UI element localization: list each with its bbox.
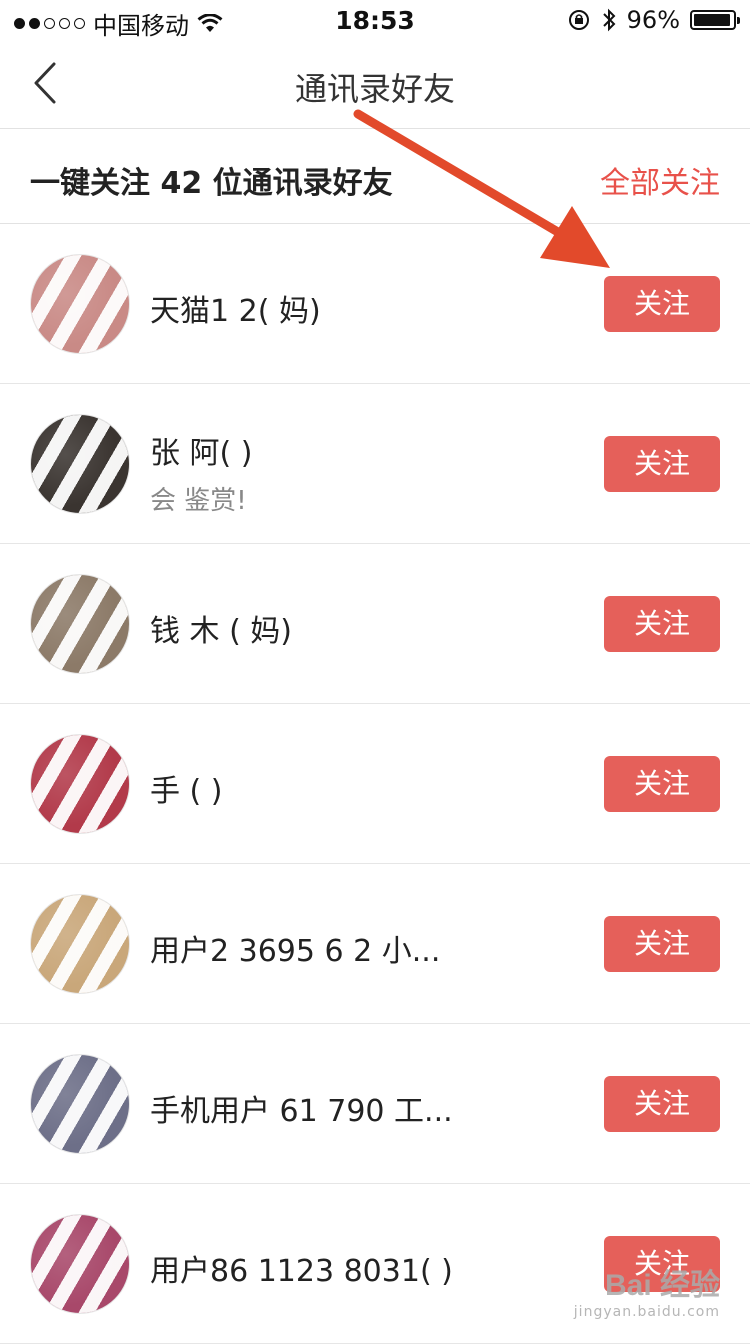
contact-name: 天猫1 2( 妈): [150, 294, 321, 329]
battery-fill: [694, 14, 731, 26]
follow-all-row: 一键关注 42 位通讯录好友 全部关注: [0, 128, 750, 224]
follow-button[interactable]: 关注: [604, 276, 720, 332]
contact-row[interactable]: 张 阿( ) 会 鉴赏! 关注: [0, 384, 750, 544]
battery-percent: 96%: [626, 6, 680, 34]
avatar-redaction: [31, 575, 129, 673]
contact-subtitle: 会 鉴赏!: [150, 486, 247, 516]
contact-row[interactable]: 手 ( ) 关注: [0, 704, 750, 864]
watermark-logo: Bai 经验: [604, 1269, 720, 1302]
watermark-url: jingyan.baidu.com: [573, 1304, 720, 1320]
battery-icon: [690, 10, 740, 30]
avatar[interactable]: [30, 574, 130, 674]
contact-row[interactable]: 手机用户 61 790 工... 关注: [0, 1024, 750, 1184]
follow-all-text: 一键关注 42 位通讯录好友: [30, 166, 393, 201]
contact-name: 手 ( ): [150, 774, 223, 809]
contact-row[interactable]: 天猫1 2( 妈) 关注: [0, 224, 750, 384]
avatar-redaction: [31, 255, 129, 353]
avatar-redaction: [31, 735, 129, 833]
avatar[interactable]: [30, 1054, 130, 1154]
avatar-redaction: [31, 895, 129, 993]
status-bar: 中国移动 18:53 96%: [0, 0, 750, 40]
contact-name: 钱 木 ( 妈): [150, 614, 293, 649]
nav-bar: 通讯录好友: [0, 40, 750, 129]
avatar[interactable]: [30, 254, 130, 354]
avatar-redaction: [31, 1215, 129, 1313]
follow-button[interactable]: 关注: [604, 916, 720, 972]
avatar[interactable]: [30, 414, 130, 514]
avatar-redaction: [31, 1055, 129, 1153]
follow-all-button[interactable]: 全部关注: [600, 158, 720, 202]
status-right: 96%: [567, 6, 740, 34]
baidu-jingyan-watermark: Bai 经验 jingyan.baidu.com: [574, 1260, 720, 1320]
follow-button[interactable]: 关注: [604, 1076, 720, 1132]
contact-name: 张 阿( ): [150, 436, 253, 471]
contact-name: 手机用户 61 790 工...: [150, 1094, 453, 1129]
follow-button[interactable]: 关注: [604, 756, 720, 812]
bluetooth-icon: [602, 8, 616, 32]
avatar[interactable]: [30, 734, 130, 834]
page-title: 通讯录好友: [294, 70, 455, 108]
avatar[interactable]: [30, 894, 130, 994]
contact-name: 用户2 3695 6 2 小...: [150, 934, 441, 969]
avatar-redaction: [31, 415, 129, 513]
avatar[interactable]: [30, 1214, 130, 1314]
follow-button[interactable]: 关注: [604, 436, 720, 492]
contact-row[interactable]: 用户2 3695 6 2 小... 关注: [0, 864, 750, 1024]
contact-name: 用户86 1123 8031( ): [150, 1254, 453, 1289]
contact-list: 天猫1 2( 妈) 关注张 阿( ) 会 鉴赏! 关注钱 木 ( 妈) 关注 手 ( )…: [0, 224, 750, 1344]
contact-row[interactable]: 钱 木 ( 妈) 关注: [0, 544, 750, 704]
follow-button[interactable]: 关注: [604, 596, 720, 652]
rotation-lock-icon: [568, 10, 589, 30]
